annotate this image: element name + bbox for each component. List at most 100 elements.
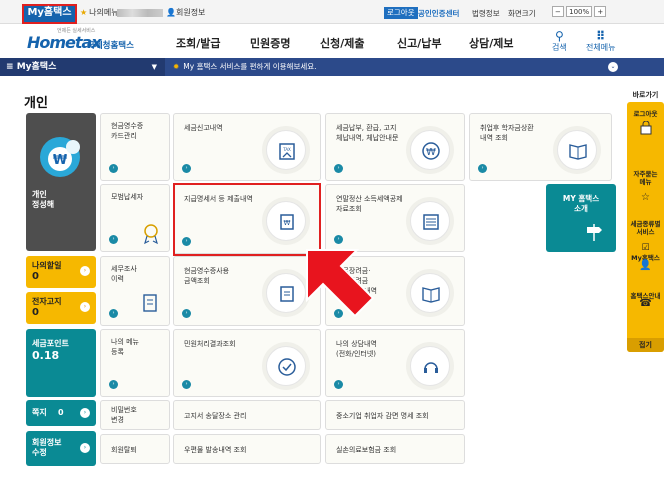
gnb-consult[interactable]: 상담/제보 (469, 35, 514, 51)
my-hometax-button[interactable]: My홈택스 (22, 4, 77, 24)
arrow-right-icon: › (80, 302, 90, 312)
tax-point-box[interactable]: 세금포인트 0.18 (26, 329, 96, 397)
quick-tax-service[interactable]: 세금종류별 서비스 ☑ (627, 212, 664, 260)
guide-icon: ☎ (639, 298, 652, 309)
ledger-icon (410, 201, 450, 241)
tile-sme-tax-exemption[interactable]: 중소기업 취업자 감면 명세 조회 (325, 400, 465, 430)
quick-hometax-guide[interactable]: 홈택스안내 ☎ (627, 292, 664, 309)
tile-my-menu-register[interactable]: 나의 메뉴 등록 › (100, 329, 170, 397)
my-hometax-dropdown[interactable]: ≡ My홈택스 ▼ (0, 58, 165, 76)
search-button[interactable]: ⚲ 검색 (552, 30, 567, 53)
svg-text:TAX: TAX (282, 147, 291, 152)
red-arrow-icon (306, 249, 375, 318)
go-icon: › (182, 380, 191, 389)
check-icon (266, 346, 306, 386)
blurred-user-name (117, 9, 163, 17)
tile-notice-delivery-place[interactable]: 고지서 송달장소 관리 (173, 400, 321, 430)
zoom-out-button[interactable]: − (552, 6, 564, 17)
tile-withdraw[interactable]: 회원탈퇴 (100, 434, 170, 464)
hamburger-icon: ≡ (6, 62, 14, 72)
zoom-in-button[interactable]: + (594, 6, 607, 17)
zoom-level: 100% (566, 6, 593, 17)
notebook-icon (143, 294, 157, 312)
go-icon: › (109, 235, 118, 244)
quick-logout[interactable]: 로그아웃 (627, 110, 664, 137)
page-title: 개인 (24, 96, 48, 111)
top-utility-bar: My홈택스 ★ 나의메뉴 👤회원정보 로그아웃 공인인증센터 법령정보 화면크기 … (0, 0, 664, 24)
profile-type: 개인 (32, 190, 47, 199)
headset-icon (410, 346, 450, 386)
law-info-link[interactable]: 법령정보 (472, 8, 500, 19)
account-info-link[interactable]: 👤회원정보 (166, 7, 205, 18)
profile-card[interactable]: ₩ 개인 정성해 (26, 113, 96, 251)
tile-password-change[interactable]: 비밀번호 변경 (100, 400, 170, 430)
message-count: 0 (58, 408, 64, 417)
checklist-icon: ☑ (641, 243, 650, 253)
sun-icon: ✹ (173, 62, 180, 71)
profile-name: 정성해 (32, 200, 55, 209)
my-todo-box[interactable]: 나의할일 0 › (26, 256, 96, 288)
all-menu-button[interactable]: ⠿ 전체메뉴 (586, 30, 615, 53)
tile-civil-complaint-result[interactable]: 민원처리결과조회 › (173, 329, 321, 397)
gnb-inquiry[interactable]: 조회/발급 (176, 35, 221, 51)
arrow-right-icon: › (80, 443, 90, 453)
tax-point-value: 0.18 (32, 349, 60, 362)
quick-my-hometax[interactable]: My홈택스 👤 (627, 254, 664, 271)
caret-down-icon: ▼ (151, 63, 157, 71)
quick-menu: 바로가기 로그아웃 자주묻는 메뉴 ☆ 세금종류별 서비스 ☑ My홈택스 👤 … (627, 90, 664, 352)
go-icon: › (109, 309, 118, 318)
tile-mail-history[interactable]: 우편물 발송내역 조회 (173, 434, 321, 464)
tax-house-icon: TAX (266, 130, 306, 170)
notice-count: 0 (32, 307, 39, 318)
go-icon: › (109, 380, 118, 389)
edit-member-info-box[interactable]: 회원정보 수정 › (26, 431, 96, 466)
coin-character-icon: ₩ (40, 137, 80, 177)
e-notice-box[interactable]: 전자고지 0 › (26, 292, 96, 324)
certificate-center-link[interactable]: 공인인증센터 (418, 8, 459, 19)
gnb-certificate[interactable]: 민원증명 (250, 35, 290, 51)
tile-model-taxpayer[interactable]: 모범납세자 › (100, 184, 170, 252)
tile-cash-receipt-card[interactable]: 현금영수증 카드관리 › (100, 113, 170, 181)
tile-tax-audit-history[interactable]: 세무조사 이력 › (100, 256, 170, 326)
my-menu-link[interactable]: ★ 나의메뉴 (80, 7, 119, 18)
go-icon: › (109, 164, 118, 173)
logout-button[interactable]: 로그아웃 (384, 7, 418, 19)
medal-icon (144, 224, 158, 245)
nav-message: ✹ My 홈택스 서비스를 편하게 이용해보세요. (173, 62, 317, 71)
star-outline-icon: ☆ (641, 192, 650, 203)
lock-icon (640, 120, 651, 135)
screen-size-label: 화면크기 (508, 9, 536, 18)
tile-tax-payment[interactable]: 세금납부, 환급, 고지 체납내역, 체납안내문 › ₩ (325, 113, 465, 181)
tile-student-loan[interactable]: 취업후 학자금상환 내역 조회 › (469, 113, 612, 181)
go-icon: › (182, 164, 191, 173)
tile-my-consult-history[interactable]: 나의 상담내역 (전화/인터넷) › (325, 329, 465, 397)
arrow-right-icon: › (80, 408, 90, 418)
main-header: 언제든 실세서비스 Hometax 국세청홈택스 조회/발급 민원증명 신청/제… (0, 24, 664, 58)
quick-fold-button[interactable]: 접기 (627, 338, 664, 352)
svg-text:₩: ₩ (426, 147, 436, 158)
zoom-control[interactable]: − 100% + (552, 6, 607, 18)
user-icon: 👤 (166, 8, 176, 17)
quick-faq-menu[interactable]: 자주묻는 메뉴 ☆ (627, 162, 664, 210)
message-box[interactable]: 쪽지 0 › (26, 400, 96, 426)
tile-medical-insurance[interactable]: 실손의료보험금 조회 (325, 434, 465, 464)
grid-icon: ⠿ (596, 29, 606, 43)
svg-text:₩: ₩ (53, 153, 68, 168)
signpost-icon (587, 224, 602, 241)
sub-nav-bar: ≡ My홈택스 ▼ ✹ My 홈택스 서비스를 편하게 이용해보세요. ⌄ (0, 58, 664, 76)
quick-menu-header: 바로가기 (632, 91, 659, 99)
hometax-logo[interactable]: 언제든 실세서비스 Hometax 국세청홈택스 (27, 27, 157, 55)
open-book-icon (557, 130, 597, 170)
go-icon: › (334, 235, 343, 244)
expand-icon[interactable]: ⌄ (608, 62, 618, 72)
arrow-right-icon: › (80, 266, 90, 276)
gnb-application[interactable]: 신청/제출 (320, 35, 365, 51)
tile-tax-report[interactable]: 세금신고내역 › TAX (173, 113, 321, 181)
go-icon: › (478, 164, 487, 173)
todo-count: 0 (32, 271, 39, 282)
tile-year-end-settlement[interactable]: 연말정산 소득세액공제 자료조회 › (325, 184, 465, 252)
search-icon: ⚲ (554, 29, 564, 43)
go-icon: › (334, 164, 343, 173)
tile-my-hometax-intro[interactable]: MY 홈택스 소개 (546, 184, 616, 252)
gnb-report-pay[interactable]: 신고/납부 (397, 35, 442, 51)
